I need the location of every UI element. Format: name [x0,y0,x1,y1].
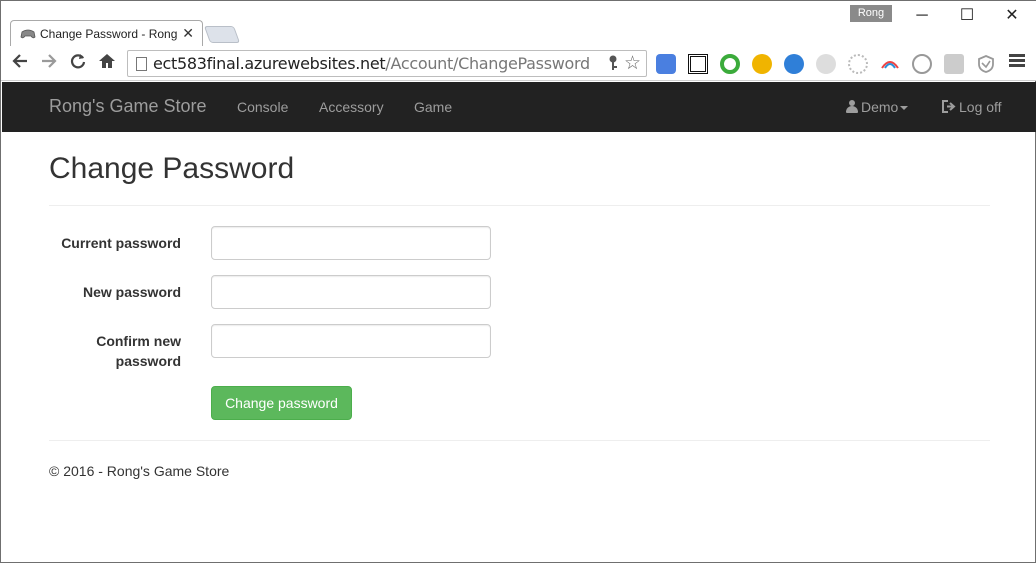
user-name: Demo [861,99,899,115]
current-password-input[interactable] [211,226,491,260]
nav-link-accessory[interactable]: Accessory [319,99,384,115]
caret-down-icon [900,106,909,110]
browser-toolbar: ect583final.azurewebsites.net/Account/Ch… [1,46,1036,81]
logoff-label: Log off [959,99,1002,115]
home-icon[interactable] [96,52,118,74]
feather-extension-icon[interactable] [816,54,836,74]
browser-menu-icon[interactable] [1009,54,1025,70]
page-title: Change Password [49,152,295,185]
new-tab-button[interactable] [203,26,241,43]
address-bar[interactable]: ect583final.azurewebsites.net/Account/Ch… [127,50,647,77]
key-icon[interactable] [608,55,618,74]
user-menu[interactable]: Demo [846,99,909,115]
profile-badge[interactable]: Rong [850,5,892,22]
nav-link-game[interactable]: Game [414,99,452,115]
close-window-button[interactable]: ✕ [1002,6,1022,26]
footer-text: © 2016 - Rong's Game Store [49,463,230,479]
nav-link-console[interactable]: Console [237,99,288,115]
url-text: ect583final.azurewebsites.net/Account/Ch… [153,54,590,73]
maximize-button[interactable]: ☐ [957,6,977,26]
settings-extension-icon[interactable] [848,54,868,74]
back-arrow-icon[interactable] [9,52,31,74]
divider [49,205,990,206]
globe-extension-icon[interactable] [784,54,804,74]
compass-extension-icon[interactable] [912,54,932,74]
tab-close-icon[interactable]: ✕ [182,25,194,42]
rainbow-extension-icon[interactable] [880,54,900,74]
page-icon [136,57,147,71]
qr-code-icon[interactable] [688,54,708,74]
browser-tab[interactable]: Change Password - Rong's Game Store ✕ [10,20,203,47]
new-password-input[interactable] [211,275,491,309]
user-icon [846,100,858,113]
brand-link[interactable]: Rong's Game Store [49,96,207,117]
new-password-label: New password [82,284,181,300]
forward-arrow-icon[interactable] [38,52,60,74]
footer-divider [49,440,990,441]
title-bar: Change Password - Rong's Game Store ✕ Ro… [1,1,1036,47]
gamepad-icon [20,27,36,41]
reload-icon[interactable] [67,52,89,74]
minimize-button[interactable]: ─ [912,6,932,26]
confirm-password-label: Confirm new password [96,333,181,369]
confirm-password-input[interactable] [211,324,491,358]
browser-window: Change Password - Rong's Game Store ✕ Ro… [0,0,1036,563]
bookmark-star-icon[interactable]: ☆ [624,52,641,75]
translate-icon[interactable] [656,54,676,74]
checker-extension-icon[interactable] [752,54,772,74]
evernote-clipper-icon[interactable] [720,54,740,74]
cube-extension-icon[interactable] [944,54,964,74]
change-password-button[interactable]: Change password [211,386,352,420]
logoff-icon [942,100,956,113]
shield-extension-icon[interactable] [976,54,996,74]
current-password-label: Current password [61,235,181,251]
site-navbar: Rong's Game Store Console Accessory Game… [2,82,1036,132]
logoff-link[interactable]: Log off [942,99,1002,115]
tab-title: Change Password - Rong's Game Store [40,27,178,41]
